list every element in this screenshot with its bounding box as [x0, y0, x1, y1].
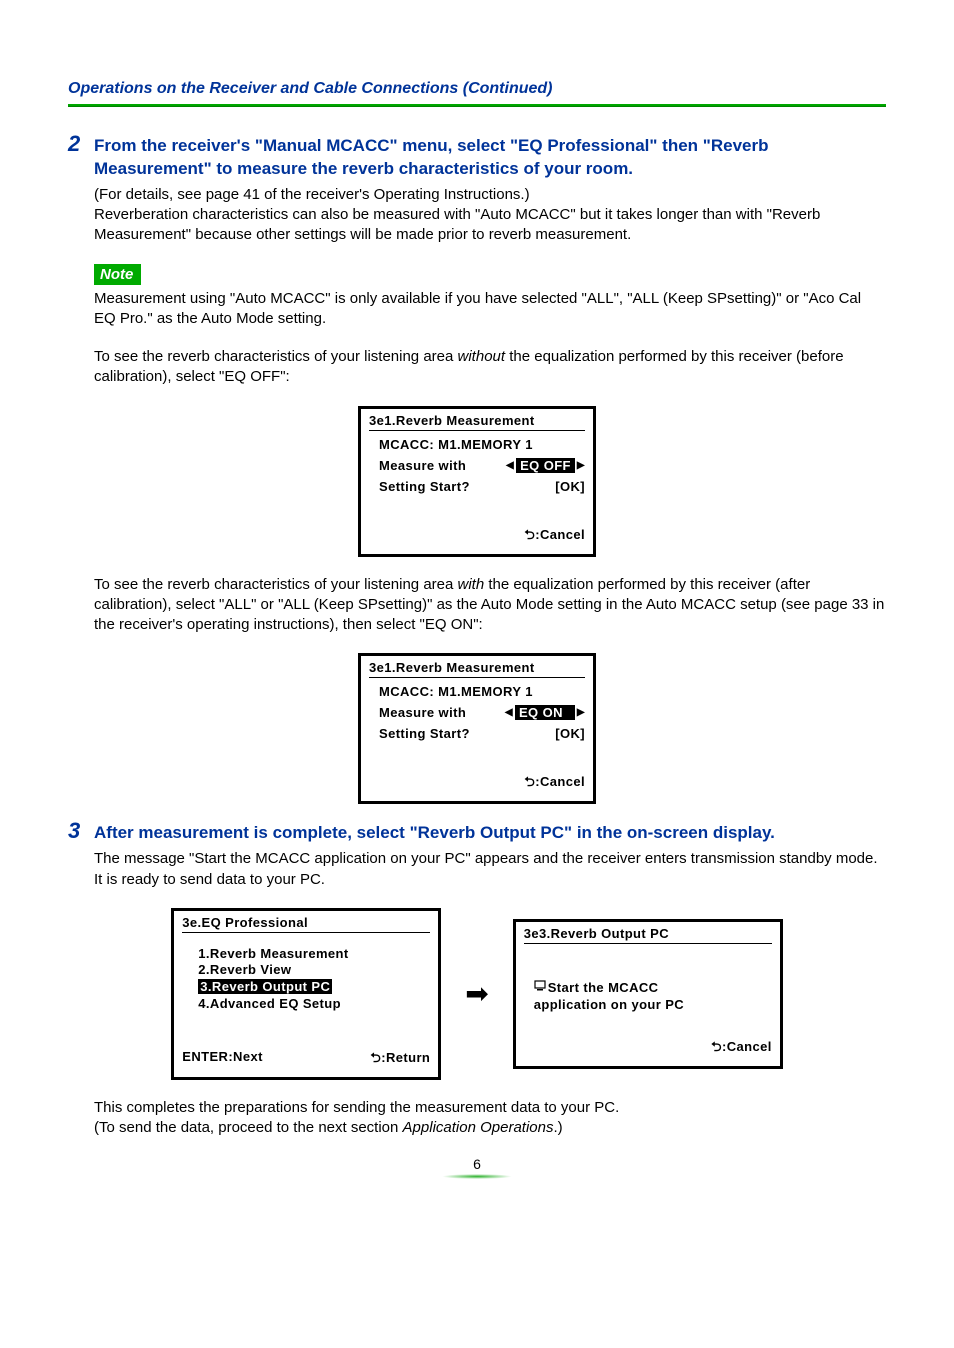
eqoff-intro: To see the reverb characteristics of you… — [94, 347, 886, 388]
return-icon: ⮌ — [711, 1038, 722, 1060]
eq-value: EQ ON — [515, 705, 575, 720]
left-triangle-icon: ◀ — [505, 707, 513, 718]
osd-title: 3e1.Reverb Measurement — [369, 660, 585, 678]
osd-reverb-measurement-on: 3e1.Reverb Measurement MCACC: M1.MEMORY … — [358, 653, 596, 804]
step-heading: After measurement is complete, select "R… — [94, 822, 775, 845]
menu-item: 2.Reverb View — [198, 962, 430, 977]
osd-measure-row: Measure with ◀ EQ ON ▶ — [379, 705, 585, 720]
return-icon: ⮌ — [370, 1049, 381, 1071]
left-triangle-icon: ◀ — [506, 460, 514, 471]
step-2: 2 From the receiver's "Manual MCACC" men… — [68, 135, 886, 181]
menu-item: 4.Advanced EQ Setup — [198, 996, 430, 1011]
osd-cancel: ⮌:Cancel — [524, 1038, 772, 1060]
note-badge: Note — [94, 264, 141, 285]
osd-title: 3e1.Reverb Measurement — [369, 413, 585, 431]
osd-reverb-measurement-off: 3e1.Reverb Measurement MCACC: M1.MEMORY … — [358, 406, 596, 557]
osd-start-row: Setting Start? [OK] — [379, 479, 585, 494]
osd-message: Start the MCACC application on your PC — [534, 980, 762, 1014]
step-number: 3 — [68, 820, 94, 842]
step-3: 3 After measurement is complete, select … — [68, 822, 886, 845]
eqon-intro: To see the reverb characteristics of you… — [94, 575, 886, 636]
step-heading: From the receiver's "Manual MCACC" menu,… — [94, 135, 886, 181]
osd-pair: 3e.EQ Professional 1.Reverb Measurement … — [68, 908, 886, 1080]
para: Reverberation characteristics can also b… — [94, 206, 820, 243]
osd-mcacc: MCACC: M1.MEMORY 1 — [379, 437, 585, 452]
pc-icon — [534, 980, 546, 997]
step-number: 2 — [68, 133, 94, 155]
osd-mcacc: MCACC: M1.MEMORY 1 — [379, 684, 585, 699]
osd-cancel: ⮌:Cancel — [369, 526, 585, 548]
page-number: 6 — [68, 1156, 886, 1179]
page-number-ornament — [442, 1174, 512, 1179]
osd-start-row: Setting Start? [OK] — [379, 726, 585, 741]
osd-title: 3e.EQ Professional — [182, 915, 430, 933]
right-triangle-icon: ▶ — [577, 460, 585, 471]
osd-footer: ENTER:Next ⮌:Return — [182, 1049, 430, 1071]
right-triangle-icon: ▶ — [577, 707, 585, 718]
osd-title: 3e3.Reverb Output PC — [524, 926, 772, 944]
osd-eq-professional: 3e.EQ Professional 1.Reverb Measurement … — [171, 908, 441, 1080]
osd-reverb-output-pc: 3e3.Reverb Output PC Start the MCACC app… — [513, 919, 783, 1069]
step-3-body: The message "Start the MCACC application… — [94, 849, 886, 890]
osd-measure-row: Measure with ◀ EQ OFF ▶ — [379, 458, 585, 473]
title-divider — [68, 104, 886, 107]
menu-item-selected: 3.Reverb Output PC — [198, 979, 332, 994]
return-icon: ⮌ — [524, 773, 535, 795]
step-2-body: (For details, see page 41 of the receive… — [94, 185, 886, 246]
para: (For details, see page 41 of the receive… — [94, 186, 530, 203]
return-icon: ⮌ — [524, 526, 535, 548]
page-title: Operations on the Receiver and Cable Con… — [68, 80, 886, 98]
arrow-right-icon: ➡ — [465, 977, 488, 1010]
note-text: Measurement using "Auto MCACC" is only a… — [94, 289, 886, 330]
menu-item: 1.Reverb Measurement — [198, 946, 430, 961]
osd-cancel: ⮌:Cancel — [369, 773, 585, 795]
closing-text: This completes the preparations for send… — [94, 1098, 886, 1139]
eq-value: EQ OFF — [516, 458, 575, 473]
